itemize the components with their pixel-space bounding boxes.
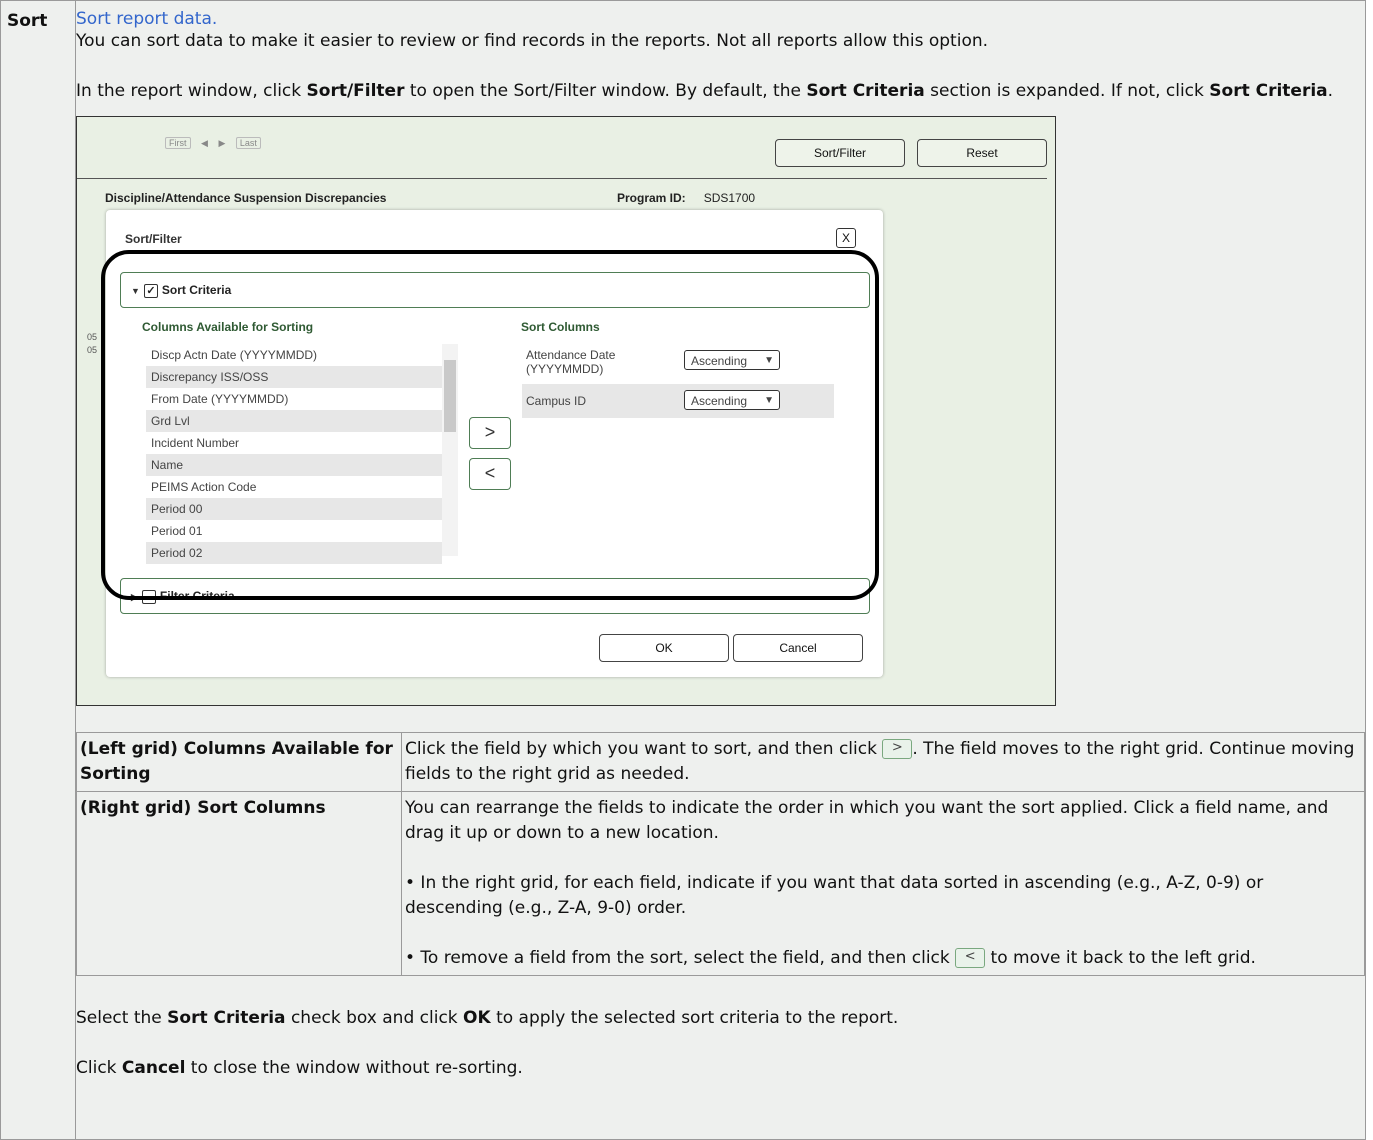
instruction-paragraph: In the report window, click Sort/Filter …	[76, 81, 1334, 101]
apply-paragraph: Select the Sort Criteria check box and c…	[76, 1008, 899, 1028]
prev-page-icon[interactable]: ◀	[201, 138, 208, 149]
cancel-button[interactable]: Cancel	[733, 634, 863, 662]
ok-button[interactable]: OK	[599, 634, 729, 662]
right-grid-description: You can rearrange the fields to indicate…	[401, 791, 1365, 976]
next-page-icon[interactable]: ▶	[218, 138, 225, 149]
field-description-table: (Left grid) Columns Available for Sortin…	[76, 732, 1365, 976]
left-grid-description: Click the field by which you want to sor…	[401, 732, 1365, 792]
right-grid-label: (Right grid) Sort Columns	[76, 791, 402, 976]
divider	[77, 178, 1047, 179]
cancel-paragraph: Click Cancel to close the window without…	[76, 1058, 523, 1078]
modal-title: Sort/Filter	[125, 232, 182, 246]
sort-filter-button[interactable]: Sort/Filter	[775, 139, 905, 167]
program-id: Program ID: SDS1700	[617, 191, 756, 205]
highlight-outline	[101, 250, 879, 600]
intro-paragraph: You can sort data to make it easier to r…	[76, 31, 989, 51]
close-icon[interactable]: X	[836, 228, 856, 248]
reset-button[interactable]: Reset	[917, 139, 1047, 167]
sort-help-table: Sort Sort report data. You can sort data…	[0, 0, 1366, 1140]
row-marks: 05 05	[87, 332, 98, 355]
sort-label: Sort	[0, 0, 76, 1140]
move-left-icon: <	[955, 948, 986, 968]
report-title: Discipline/Attendance Suspension Discrep…	[105, 191, 387, 205]
left-grid-label: (Left grid) Columns Available for Sortin…	[76, 732, 402, 792]
sort-report-data-link[interactable]: Sort report data.	[76, 9, 217, 29]
first-page-button[interactable]: First	[165, 137, 191, 149]
sort-filter-screenshot: First ◀ ▶ Last Sort/Filter Reset Discipl…	[76, 116, 1056, 706]
last-page-button[interactable]: Last	[235, 137, 261, 149]
sort-content: Sort report data. You can sort data to m…	[75, 0, 1366, 1140]
move-right-icon: >	[882, 739, 913, 759]
pager: First ◀ ▶ Last	[165, 137, 269, 149]
